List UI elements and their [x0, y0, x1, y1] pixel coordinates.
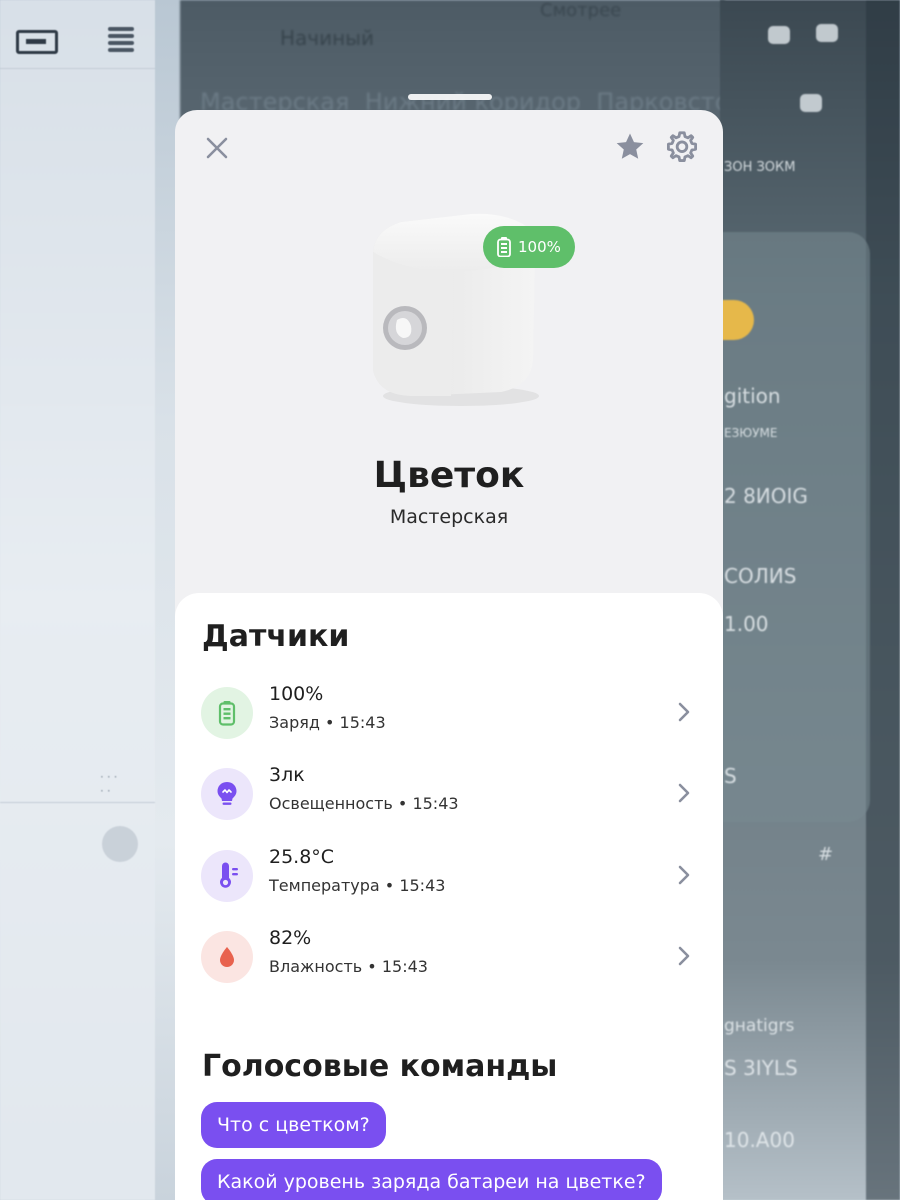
background-header-left: Начиный: [280, 26, 374, 50]
chevron-right-icon: [678, 702, 690, 722]
device-title: Цветок: [373, 455, 525, 496]
background-text: gнatigrs: [724, 1016, 795, 1036]
avatar: [102, 826, 138, 862]
battery-badge: 100%: [483, 226, 575, 268]
background-right-panel: ЗОН ЗОКМ gition ЕЗЮУМЕ 2 8ИОIG СОЛИS 1.0…: [720, 0, 900, 1200]
battery-icon: [497, 237, 511, 257]
sensor-label: Заряд • 15:43: [269, 713, 386, 732]
chevron-right-icon: [678, 946, 690, 966]
battery-badge-value: 100%: [518, 238, 561, 256]
sheet-drag-handle[interactable]: [408, 94, 492, 100]
chevron-right-icon: [678, 783, 690, 803]
background-left-panel: ⋅⋅⋅ ⋅⋅: [0, 0, 155, 1200]
device-room: Мастерская: [389, 506, 509, 528]
sensor-label: Температура • 15:43: [269, 876, 446, 895]
background-text: S 3IYLS: [724, 1056, 798, 1080]
dots-icon: ⋅⋅⋅ ⋅⋅: [100, 770, 121, 798]
window-icon: [16, 30, 58, 54]
sensor-value: 25.8°C: [269, 846, 335, 868]
background-strip: [866, 0, 900, 1200]
voice-command-chip[interactable]: Какой уровень заряда батареи на цветке?: [201, 1159, 662, 1200]
sensor-icon-bg: [201, 768, 253, 820]
favorite-button[interactable]: [613, 130, 647, 164]
background-text: #: [818, 844, 834, 865]
sensor-icon-bg: [201, 687, 253, 739]
sensor-row-temperature[interactable]: 25.8°C Температура • 15:43: [175, 842, 723, 912]
device-icon: [816, 24, 838, 42]
close-icon: [206, 137, 228, 159]
sensor-label: Влажность • 15:43: [269, 957, 428, 976]
sensor-value: 3лк: [269, 764, 305, 786]
drop-icon: [220, 947, 234, 967]
background-text: 2 8ИОIG: [724, 484, 808, 508]
sensor-value: 82%: [269, 927, 312, 949]
close-button[interactable]: [201, 132, 233, 164]
background-text: СОЛИS: [724, 564, 797, 588]
star-icon: [616, 133, 644, 159]
device-sheet: 100% Цветок Мастерская Датчики 100% Заря…: [175, 110, 723, 1200]
voice-command-chip[interactable]: Что с цветком?: [201, 1102, 386, 1148]
device-icon: [768, 26, 790, 44]
menu-icon: [108, 24, 134, 54]
sensors-section-title: Датчики: [202, 619, 350, 654]
background-text: ЕЗЮУМЕ: [724, 426, 778, 440]
background-text: ЗОН ЗОКМ: [724, 160, 796, 175]
voice-commands-section-title: Голосовые команды: [202, 1049, 558, 1084]
sensor-row-humidity[interactable]: 82% Влажность • 15:43: [175, 923, 723, 993]
sensor-row-illuminance[interactable]: 3лк Освещенность • 15:43: [175, 760, 723, 830]
background-header-right: Смотрее: [540, 0, 622, 21]
background-text: 1.00: [724, 612, 769, 636]
divider: [0, 802, 155, 803]
divider: [0, 68, 155, 69]
sheet-header: [175, 110, 723, 190]
sensor-icon-bg: [201, 850, 253, 902]
thermometer-icon: [220, 862, 238, 888]
gear-icon: [666, 131, 698, 163]
details-card: Датчики 100% Заряд • 15:43 3лк Освещенно…: [175, 593, 723, 1200]
bulb-icon: [217, 782, 237, 805]
sensor-row-battery[interactable]: 100% Заряд • 15:43: [175, 679, 723, 749]
sensor-value: 100%: [269, 683, 324, 705]
background-text: 10.A00: [724, 1128, 795, 1152]
sensor-label: Освещенность • 15:43: [269, 794, 459, 813]
chevron-right-icon: [678, 865, 690, 885]
sensor-icon-bg: [201, 931, 253, 983]
background-text: gition: [724, 384, 781, 408]
settings-button[interactable]: [665, 130, 699, 164]
device-icon: [800, 94, 822, 112]
battery-icon: [218, 701, 236, 726]
background-text: S: [724, 764, 737, 788]
